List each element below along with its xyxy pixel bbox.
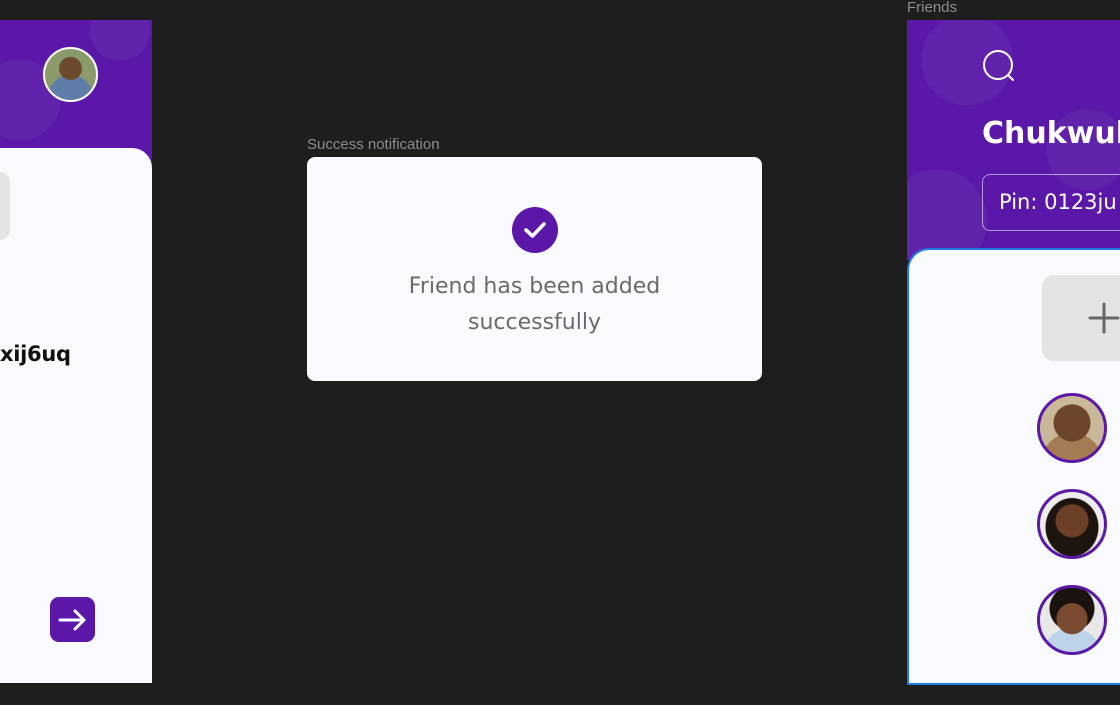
- profile-avatar[interactable]: [43, 47, 98, 102]
- next-button[interactable]: [50, 597, 95, 642]
- add-friend-button[interactable]: [1042, 275, 1120, 361]
- search-button[interactable]: [981, 48, 1021, 88]
- input-box[interactable]: [0, 172, 10, 240]
- friends-frame: Chukwul Pin: 0123ju: [907, 20, 1120, 685]
- arrow-right-icon: [58, 609, 85, 630]
- check-circle-icon: [511, 207, 558, 253]
- friend-avatar-3[interactable]: [1037, 585, 1107, 655]
- notification-frame-label: Success notification: [307, 136, 440, 153]
- plus-icon: [1088, 302, 1120, 334]
- left-frame: xij6uq: [0, 20, 152, 683]
- friends-frame-label: Friends: [907, 0, 958, 16]
- notification-message: Friend has been added successfully: [408, 274, 661, 335]
- friend-avatar-1[interactable]: [1037, 393, 1107, 463]
- pin-value: xij6uq: [0, 342, 71, 366]
- friends-sheet: [907, 248, 1120, 685]
- friend-avatar-2[interactable]: [1037, 489, 1107, 559]
- search-icon: [983, 50, 1014, 81]
- success-notification: Friend has been added successfully: [307, 157, 762, 381]
- user-name: Chukwul: [982, 116, 1120, 151]
- content-card: xij6uq: [0, 148, 152, 683]
- pin-chip[interactable]: Pin: 0123ju: [982, 174, 1120, 231]
